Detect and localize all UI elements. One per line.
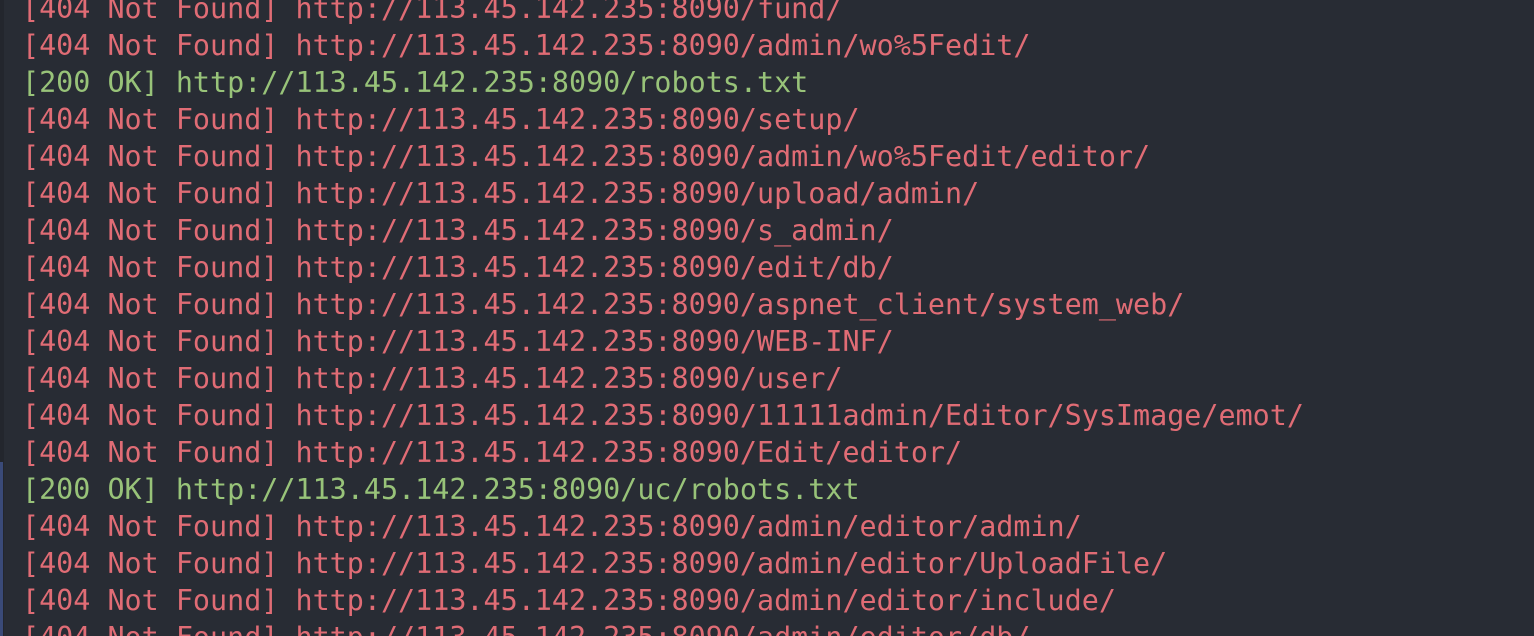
url-text: http://113.45.142.235:8090/admin/editor/… bbox=[295, 510, 1082, 543]
url-text: http://113.45.142.235:8090/robots.txt bbox=[175, 66, 809, 99]
status-label: [404 Not Found] bbox=[22, 547, 279, 580]
terminal-line: [200 OK] http://113.45.142.235:8090/uc/r… bbox=[22, 471, 1534, 508]
url-text: http://113.45.142.235:8090/11111admin/Ed… bbox=[295, 399, 1304, 432]
url-text: http://113.45.142.235:8090/setup/ bbox=[295, 103, 860, 136]
status-label: [404 Not Found] bbox=[22, 103, 279, 136]
url-text: http://113.45.142.235:8090/WEB-INF/ bbox=[295, 325, 894, 358]
url-text: http://113.45.142.235:8090/aspnet_client… bbox=[295, 288, 1185, 321]
url-text: http://113.45.142.235:8090/admin/editor/… bbox=[295, 584, 1116, 617]
status-label: [404 Not Found] bbox=[22, 325, 279, 358]
terminal-line: [404 Not Found] http://113.45.142.235:80… bbox=[22, 323, 1534, 360]
url-text: http://113.45.142.235:8090/s_admin/ bbox=[295, 214, 894, 247]
url-text: http://113.45.142.235:8090/user/ bbox=[295, 362, 843, 395]
status-label: [200 OK] bbox=[22, 66, 159, 99]
window-left-accent bbox=[0, 462, 3, 636]
status-label: [404 Not Found] bbox=[22, 214, 279, 247]
terminal-line: [404 Not Found] http://113.45.142.235:80… bbox=[22, 545, 1534, 582]
terminal-line: [404 Not Found] http://113.45.142.235:80… bbox=[22, 212, 1534, 249]
terminal-line: [404 Not Found] http://113.45.142.235:80… bbox=[22, 582, 1534, 619]
url-text: http://113.45.142.235:8090/admin/wo%5Fed… bbox=[295, 140, 1151, 173]
terminal-line: [404 Not Found] http://113.45.142.235:80… bbox=[22, 101, 1534, 138]
terminal-line: [404 Not Found] http://113.45.142.235:80… bbox=[22, 0, 1534, 27]
status-label: [404 Not Found] bbox=[22, 399, 279, 432]
url-text: http://113.45.142.235:8090/Edit/editor/ bbox=[295, 436, 963, 469]
url-text: http://113.45.142.235:8090/upload/admin/ bbox=[295, 177, 980, 210]
status-label: [404 Not Found] bbox=[22, 362, 279, 395]
status-label: [404 Not Found] bbox=[22, 288, 279, 321]
terminal-line: [404 Not Found] http://113.45.142.235:80… bbox=[22, 434, 1534, 471]
status-label: [200 OK] bbox=[22, 473, 159, 506]
terminal-line: [404 Not Found] http://113.45.142.235:80… bbox=[22, 508, 1534, 545]
terminal-line: [404 Not Found] http://113.45.142.235:80… bbox=[22, 619, 1534, 636]
status-label: [404 Not Found] bbox=[22, 140, 279, 173]
status-label: [404 Not Found] bbox=[22, 436, 279, 469]
url-text: http://113.45.142.235:8090/admin/editor/… bbox=[295, 621, 1030, 636]
terminal-line: [404 Not Found] http://113.45.142.235:80… bbox=[22, 249, 1534, 286]
terminal-line: [404 Not Found] http://113.45.142.235:80… bbox=[22, 397, 1534, 434]
terminal-line: [404 Not Found] http://113.45.142.235:80… bbox=[22, 175, 1534, 212]
status-label: [404 Not Found] bbox=[22, 177, 279, 210]
url-text: http://113.45.142.235:8090/uc/robots.txt bbox=[175, 473, 860, 506]
url-text: http://113.45.142.235:8090/fund/ bbox=[295, 0, 843, 25]
url-text: http://113.45.142.235:8090/admin/wo%5Fed… bbox=[295, 29, 1031, 62]
status-label: [404 Not Found] bbox=[22, 510, 279, 543]
status-label: [404 Not Found] bbox=[22, 29, 279, 62]
terminal-output[interactable]: [404 Not Found] http://113.45.142.235:80… bbox=[0, 0, 1534, 636]
terminal-line: [404 Not Found] http://113.45.142.235:80… bbox=[22, 138, 1534, 175]
terminal-line: [200 OK] http://113.45.142.235:8090/robo… bbox=[22, 64, 1534, 101]
status-label: [404 Not Found] bbox=[22, 621, 278, 636]
status-label: [404 Not Found] bbox=[22, 251, 279, 284]
terminal-line: [404 Not Found] http://113.45.142.235:80… bbox=[22, 286, 1534, 323]
status-label: [404 Not Found] bbox=[22, 584, 279, 617]
url-text: http://113.45.142.235:8090/admin/editor/… bbox=[295, 547, 1168, 580]
url-text: http://113.45.142.235:8090/edit/db/ bbox=[295, 251, 894, 284]
terminal-line: [404 Not Found] http://113.45.142.235:80… bbox=[22, 27, 1534, 64]
terminal-lines: [404 Not Found] http://113.45.142.235:80… bbox=[22, 0, 1534, 636]
status-label: [404 Not Found] bbox=[22, 0, 279, 25]
terminal-line: [404 Not Found] http://113.45.142.235:80… bbox=[22, 360, 1534, 397]
